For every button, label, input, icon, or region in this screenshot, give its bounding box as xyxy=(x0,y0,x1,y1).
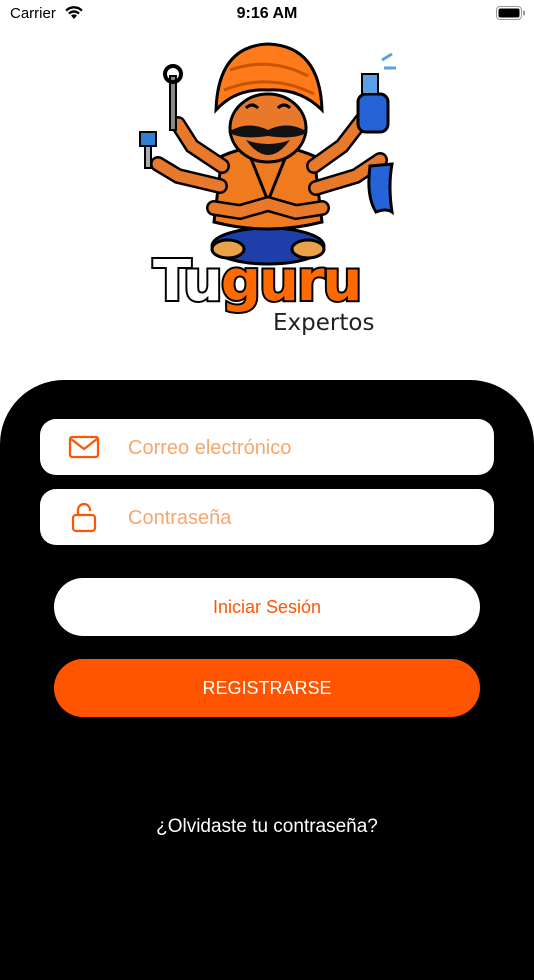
brand-word-part2: guru xyxy=(219,248,364,316)
email-input[interactable] xyxy=(126,419,480,477)
brand-wordmark: Tuguru xyxy=(151,248,393,316)
password-input[interactable] xyxy=(126,489,480,547)
unlock-icon xyxy=(71,502,97,533)
forgot-password-link[interactable]: ¿Olvidaste tu contraseña? xyxy=(0,816,534,838)
password-field[interactable] xyxy=(40,489,494,547)
clock: 9:16 AM xyxy=(236,5,298,22)
battery-icon xyxy=(496,6,525,20)
email-field[interactable] xyxy=(40,419,494,477)
login-button[interactable]: Iniciar Sesión xyxy=(54,578,480,636)
mail-icon xyxy=(68,435,100,459)
register-button[interactable]: REGISTRARSE xyxy=(54,659,480,717)
brand-word-part1: Tu xyxy=(151,248,225,316)
brand-subtitle: Expertos xyxy=(273,310,375,336)
status-bar: Carrier 9:16 AM xyxy=(0,0,534,28)
